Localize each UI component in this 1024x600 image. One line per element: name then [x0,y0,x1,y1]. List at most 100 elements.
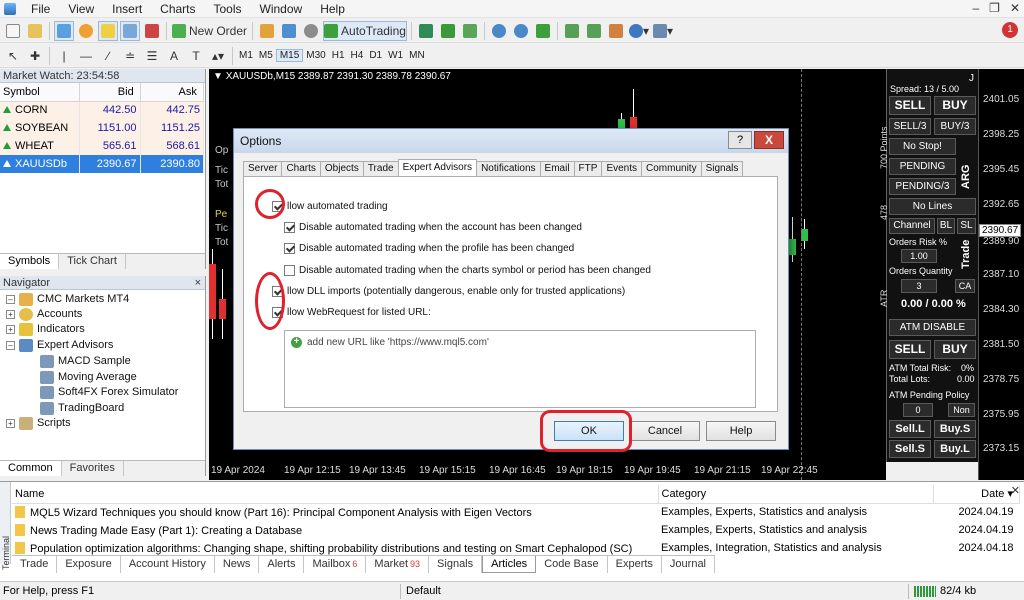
horizontal-line-icon[interactable]: — [76,46,96,66]
collapse-icon[interactable]: – [6,340,15,350]
close-icon[interactable]: ✕ [1010,1,1020,15]
restore-icon[interactable]: ❐ [989,1,1000,15]
menu-charts[interactable]: Charts [151,2,204,16]
navigator-close-icon[interactable]: × [195,276,201,289]
tab-notifications[interactable]: Notifications [476,161,541,176]
bl-button[interactable]: BL [937,218,955,234]
table-row[interactable]: News Trading Made Easy (Part 1): Creatin… [12,521,1020,539]
trendline-icon[interactable]: ∕ [98,46,118,66]
tab-news[interactable]: News [215,556,260,573]
atm-sell-button[interactable]: SELL [889,340,931,359]
tab-server[interactable]: Server [243,161,283,176]
tab-tick-chart[interactable]: Tick Chart [59,254,126,269]
disable-on-account-change-checkbox[interactable] [284,222,295,233]
no-lines-button[interactable]: No Lines [889,198,976,215]
buy-third-button[interactable]: BUY/3 [934,118,976,135]
timeframe-m1[interactable]: M1 [236,50,256,61]
autoscroll-icon[interactable] [584,21,604,41]
tab-ftp[interactable]: FTP [573,161,603,176]
disable-on-account-change-option[interactable]: Disable automated trading when the accou… [284,222,582,233]
tab-experts[interactable]: Experts [608,556,662,573]
market-watch-icon[interactable] [54,20,74,41]
zoom-in-icon[interactable] [489,21,509,41]
tab-trade[interactable]: Trade [12,556,58,573]
expand-icon[interactable]: + [6,418,15,428]
table-row-selected[interactable]: XAUUSDb 2390.67 2390.80 [0,155,205,173]
new-chart-icon[interactable] [3,21,23,41]
pending-policy-select[interactable]: Non [948,403,975,417]
metaeditor-icon[interactable] [257,21,277,41]
expand-icon[interactable]: + [6,324,15,334]
channel-button[interactable]: Channel [889,218,935,234]
disable-on-profile-change-option[interactable]: Disable automated trading when the profi… [284,243,574,254]
dialog-title-bar[interactable]: Options [234,129,788,153]
dialog-close-icon[interactable]: X [754,131,784,149]
tab-community[interactable]: Community [641,161,702,176]
disable-on-symbol-change-checkbox[interactable] [284,265,295,276]
help-button[interactable]: Help [706,421,776,441]
table-row[interactable]: MQL5 Wizard Techniques you should know (… [12,503,1020,521]
nav-item-soft4fx[interactable]: Soft4FX Forex Simulator [40,384,178,400]
fibonacci-icon[interactable]: ☰ [142,46,162,66]
nav-item-scripts[interactable]: + Scripts [6,415,71,431]
tab-alerts[interactable]: Alerts [259,556,305,573]
webrequest-url-list[interactable]: + add new URL like 'https://www.mql5.com' [284,330,756,408]
timeframe-h1[interactable]: H1 [329,50,348,61]
atm-disable-button[interactable]: ATM DISABLE [889,319,976,336]
allow-dll-imports-checkbox[interactable] [272,286,283,297]
pending-button[interactable]: PENDING [889,158,956,175]
col-symbol[interactable]: Symbol [0,83,80,102]
navigator-icon[interactable] [98,20,118,41]
templates-icon[interactable]: ▾ [652,21,674,41]
timeframe-h4[interactable]: H4 [348,50,367,61]
tab-journal[interactable]: Journal [662,556,715,573]
atm-buy-button[interactable]: BUY [934,340,976,359]
strategy-tester-icon[interactable] [142,21,162,41]
timeframe-mn[interactable]: MN [406,50,428,61]
menu-insert[interactable]: Insert [103,2,151,16]
table-row[interactable]: SOYBEAN 1151.00 1151.25 [0,119,205,137]
sell-limit-button[interactable]: Sell.L [889,420,931,438]
tab-email[interactable]: Email [539,161,575,176]
tab-trade[interactable]: Trade [362,161,399,176]
allow-webrequest-checkbox[interactable] [272,307,283,318]
tab-objects[interactable]: Objects [319,161,364,176]
minimize-icon[interactable]: – [972,1,979,15]
cancel-button[interactable]: Cancel [630,421,700,441]
allow-webrequest-option[interactable]: llow WebRequest for listed URL: [272,307,431,318]
zoom-out-icon[interactable] [511,21,531,41]
signals-icon[interactable] [301,21,321,41]
tab-mailbox[interactable]: Mailbox 6 [304,556,367,573]
nav-item-tradingboard[interactable]: TradingBoard [40,400,124,416]
sell-button[interactable]: SELL [889,96,931,115]
ok-button[interactable]: OK [554,421,624,441]
col-bid[interactable]: Bid [79,83,141,102]
buy-button[interactable]: BUY [934,96,976,115]
menu-file[interactable]: File [22,2,59,16]
tab-market[interactable]: Market 93 [366,556,430,573]
terminal-icon[interactable] [120,20,140,41]
buy-limit-button[interactable]: Buy.L [934,440,976,458]
nav-item-accounts[interactable]: + Accounts [6,306,82,322]
pending-policy-input[interactable]: 0 [903,403,933,417]
channel-icon[interactable]: ≐ [120,46,140,66]
no-stop-button[interactable]: No Stop! [889,138,956,155]
quantity-input[interactable]: 3 [901,279,937,293]
timeframe-m15[interactable]: M15 [275,49,304,62]
tile-windows-icon[interactable] [533,21,553,41]
menu-tools[interactable]: Tools [205,2,251,16]
tab-exposure[interactable]: Exposure [57,556,121,573]
collapse-icon[interactable]: – [6,294,15,304]
tab-signals[interactable]: Signals [700,161,744,176]
tab-account-history[interactable]: Account History [121,556,215,573]
col-name[interactable]: Name [12,485,659,504]
table-row[interactable]: WHEAT 565.61 568.61 [0,137,205,155]
col-date[interactable]: Date ▾ [933,485,1020,504]
bar-chart-icon[interactable] [416,21,436,41]
buy-stop-button[interactable]: Buy.S [934,420,976,438]
allow-dll-imports-option[interactable]: llow DLL imports (potentially dangerous,… [272,286,625,297]
disable-on-profile-change-checkbox[interactable] [284,243,295,254]
allow-automated-trading-option[interactable]: llow automated trading [272,201,388,212]
menu-view[interactable]: View [59,2,103,16]
tab-symbols[interactable]: Symbols [0,254,60,269]
